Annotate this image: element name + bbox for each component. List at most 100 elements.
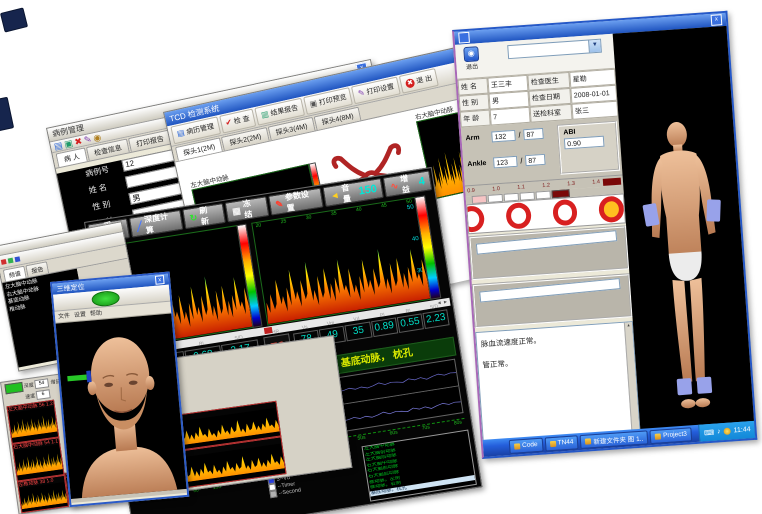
toolbar-button-label: 结果报告 bbox=[270, 103, 300, 119]
toolbar-button-icon bbox=[225, 118, 233, 127]
status-ring bbox=[466, 205, 485, 233]
window-vascular: x ◉ 退出 ▼ 姓 名 王三丰 检查医 bbox=[452, 11, 757, 459]
exit-label: 退出 bbox=[464, 61, 480, 71]
background-window-fragment bbox=[0, 97, 14, 132]
taskbar-button-label: 新建文件夹 图 1.. bbox=[593, 432, 643, 445]
tray-app-icon[interactable] bbox=[723, 428, 730, 435]
acquire-button-icon bbox=[189, 213, 198, 223]
measure-cell: 35 bbox=[345, 322, 372, 342]
close-icon[interactable]: x bbox=[711, 14, 723, 26]
taskbar-app-icon bbox=[585, 438, 591, 444]
abi-groupbox: ABI 0.90 bbox=[557, 121, 620, 175]
combo-value bbox=[508, 41, 589, 59]
screenshot-canvas: 病例管理 x ▤ ▣ ✖ ✎ ◉ 病 人检查信息打印报告帮 助 病例号 12 姓… bbox=[0, 0, 762, 514]
tick-label: 60s bbox=[389, 430, 398, 437]
taskbar-app-icon bbox=[655, 433, 661, 439]
chevron-down-icon[interactable]: ▼ bbox=[588, 40, 601, 53]
tick-label: 35 bbox=[331, 210, 337, 217]
measure-value: 0.89 bbox=[372, 320, 397, 335]
acquire-button[interactable]: 增 益 4 bbox=[383, 170, 432, 197]
tick-label: 50s bbox=[357, 435, 366, 442]
measure-cell: 0.89 bbox=[371, 317, 398, 337]
app-icon bbox=[458, 32, 470, 44]
acquire-button-label: 音 量 bbox=[340, 181, 357, 205]
measure-cell: 2.23 bbox=[422, 309, 449, 329]
taskbar-button[interactable]: Code bbox=[509, 437, 543, 453]
acquire-button[interactable]: 冻 结 bbox=[225, 196, 269, 222]
acquire-button[interactable]: 深度计算 bbox=[129, 210, 183, 238]
ankle-diastolic-field[interactable]: 87 bbox=[525, 154, 546, 166]
probe-field-value[interactable]: 6 bbox=[36, 389, 51, 400]
stop-icon[interactable] bbox=[14, 256, 20, 262]
arm-diastolic-field[interactable]: 87 bbox=[523, 128, 544, 140]
toolbar-button-label: 退 出 bbox=[415, 73, 433, 86]
acquire-button[interactable]: 参数设置 bbox=[268, 188, 324, 216]
acquire-button-value: 4 bbox=[418, 175, 426, 188]
artery-list: 左大脑中动脉左大脑前动脉左大脑后动脉右大脑中动脉右大脑前动脉右大脑后动脉椎动脉，… bbox=[362, 429, 477, 501]
window-head-3d: 三维定位 x 文件设置帮助 bbox=[50, 272, 189, 508]
menu-item[interactable]: 设置 bbox=[74, 309, 87, 321]
taskbar-button-label: TN44 bbox=[557, 439, 573, 447]
select-combobox[interactable]: ▼ bbox=[507, 39, 602, 60]
status-ring bbox=[505, 202, 532, 230]
taskbar-button-label: Project3 bbox=[663, 431, 687, 440]
tick-label: 45 bbox=[381, 202, 387, 209]
toolbar-button-label: 打印设置 bbox=[366, 82, 396, 98]
toolbar-button-label: 打印预览 bbox=[318, 92, 348, 108]
toolbar-button-icon bbox=[176, 129, 185, 138]
tick-label: 25 bbox=[280, 218, 286, 225]
acquire-button-icon bbox=[232, 206, 242, 216]
arm-systolic-field[interactable]: 132 bbox=[491, 130, 516, 143]
exit-icon: ◉ bbox=[463, 46, 479, 62]
menu-item[interactable]: 帮助 bbox=[90, 308, 103, 320]
spectrum-thumbnail[interactable]: 左椎动脉 38 1.0 bbox=[17, 475, 69, 513]
result-groupbox-1 bbox=[468, 225, 629, 280]
measure-value: 2.23 bbox=[424, 311, 449, 326]
taskbar-button[interactable]: TN44 bbox=[544, 435, 579, 451]
acquire-button-icon bbox=[275, 199, 284, 209]
system-tray: ⌨ ♪ 11:44 bbox=[699, 421, 756, 442]
arm-cuff bbox=[706, 199, 720, 221]
scale-tick: 0.9 bbox=[467, 188, 475, 195]
delete-icon[interactable]: ✖ bbox=[74, 137, 83, 146]
probe-field-label: 速度 bbox=[25, 392, 36, 400]
toolbar-button-icon bbox=[309, 100, 318, 109]
record-icon[interactable] bbox=[1, 259, 7, 265]
background-window-fragment bbox=[0, 7, 28, 32]
legend-swatch bbox=[269, 490, 277, 498]
ankle-systolic-field[interactable]: 123 bbox=[493, 156, 518, 169]
head-3d-viewport[interactable] bbox=[56, 314, 187, 499]
taskbar-button[interactable]: 新建文件夹 图 1.. bbox=[580, 430, 649, 449]
start-icon[interactable] bbox=[8, 257, 14, 263]
tick-label: 20 bbox=[255, 222, 261, 229]
signal-indicator bbox=[4, 382, 23, 394]
print-icon[interactable]: ✎ bbox=[83, 135, 92, 144]
field-label: 性 别 bbox=[91, 195, 127, 213]
acquire-button[interactable]: 刷 新 bbox=[182, 203, 226, 229]
search-icon[interactable]: ◉ bbox=[92, 133, 101, 142]
result-field[interactable] bbox=[476, 230, 617, 254]
keyboard-icon[interactable]: ⌨ bbox=[704, 428, 715, 437]
menu-item[interactable]: 文件 bbox=[58, 310, 71, 322]
speaker-icon[interactable]: ♪ bbox=[717, 428, 721, 435]
probe-icon bbox=[67, 374, 87, 381]
save-icon[interactable]: ▣ bbox=[64, 139, 74, 149]
tick-label: 30 bbox=[305, 214, 311, 221]
status-ring-active bbox=[598, 195, 625, 223]
probe-field-value[interactable]: 54 bbox=[34, 378, 49, 389]
acquire-button-icon bbox=[136, 222, 143, 232]
close-icon[interactable]: x bbox=[155, 275, 165, 285]
toolbar-button-icon bbox=[261, 110, 270, 119]
taskbar-button-label: Code bbox=[522, 441, 538, 449]
scale-tick: 1.2 bbox=[542, 183, 550, 190]
acquire-button-label: 冻 结 bbox=[242, 197, 261, 221]
toolbar-button-label: 检 查 bbox=[233, 114, 251, 127]
exit-button[interactable]: ◉ 退出 bbox=[463, 46, 480, 71]
abi-value-field[interactable]: 0.90 bbox=[564, 136, 605, 150]
taskbar-button[interactable]: Project3 bbox=[650, 427, 693, 444]
result-groupbox-2 bbox=[472, 273, 633, 328]
result-field[interactable] bbox=[479, 278, 620, 302]
scroll-up-icon[interactable]: ▲ bbox=[625, 322, 632, 327]
report-line: 脉血流速度正常。 bbox=[481, 329, 623, 350]
open-icon[interactable]: ▤ bbox=[53, 141, 63, 151]
